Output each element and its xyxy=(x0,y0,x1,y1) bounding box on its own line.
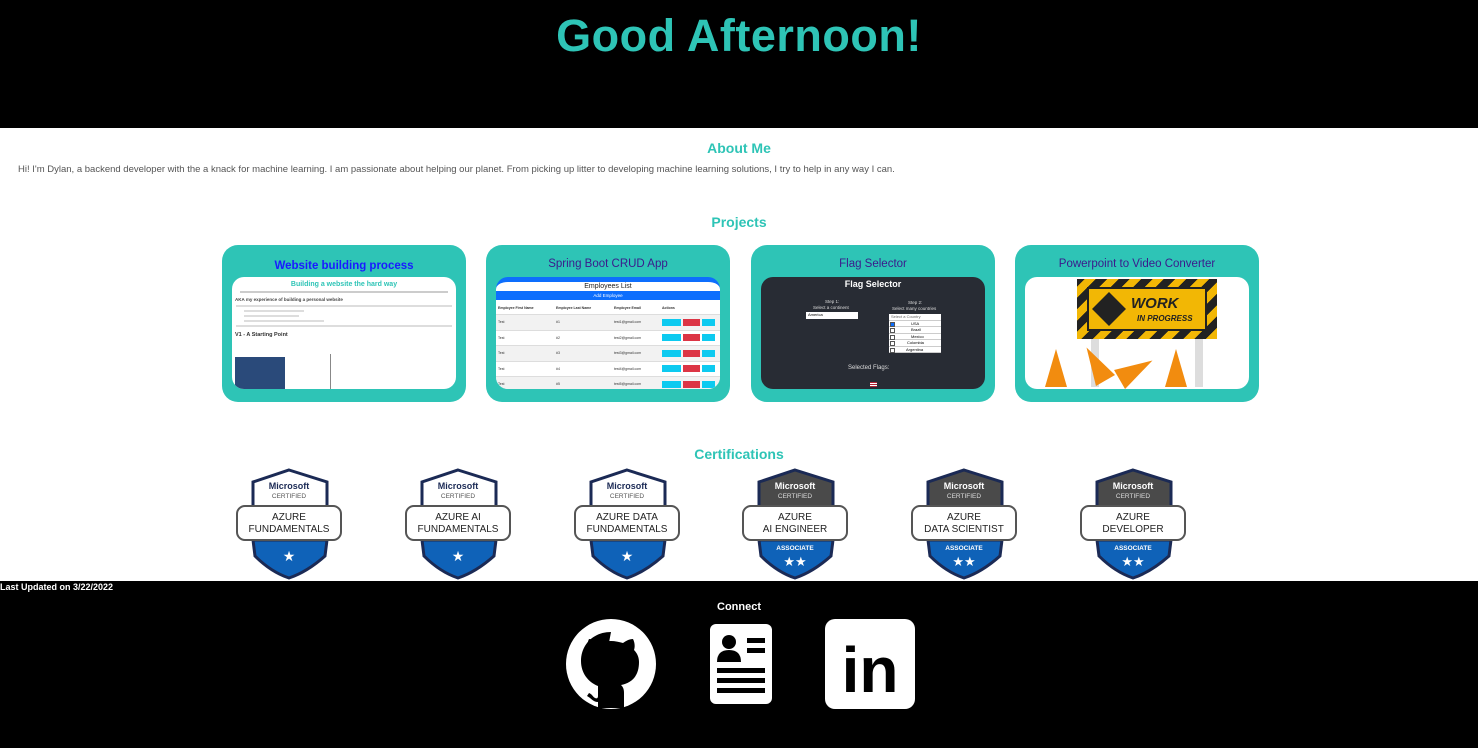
about-text: Hi! I'm Dylan, a backend developer with … xyxy=(18,164,895,175)
azure-data-scientist-badge[interactable]: Microsoft CERTIFIED AZURE DATA SCIENTIST… xyxy=(910,468,1018,580)
project-card-flag-selector[interactable]: Flag Selector Flag Selector Step 1: Sele… xyxy=(751,245,995,402)
preview-section: V1 - A Starting Point xyxy=(235,332,288,338)
svg-text:FUNDAMENTALS: FUNDAMENTALS xyxy=(587,524,668,535)
azure-ai-engineer-badge[interactable]: Microsoft CERTIFIED AZURE AI ENGINEER AS… xyxy=(741,468,849,580)
project-card-crud[interactable]: Spring Boot CRUD App Employees List Add … xyxy=(486,245,730,402)
last-updated-text: Last Updated on 3/22/2022 xyxy=(0,582,114,592)
main-content: About Me Hi! I'm Dylan, a backend develo… xyxy=(0,128,1478,581)
azure-fundamentals-badge[interactable]: Microsoft CERTIFIED AZURE FUNDAMENTALS ★ xyxy=(235,468,343,580)
work-in-progress-sign: WORK IN PROGRESS xyxy=(1077,279,1217,339)
svg-text:FUNDAMENTALS: FUNDAMENTALS xyxy=(418,524,499,535)
projects-title: Projects xyxy=(711,214,767,230)
svg-text:CERTIFIED: CERTIFIED xyxy=(947,493,981,500)
traffic-cone-icon xyxy=(1045,349,1067,387)
country-option: Argentina xyxy=(889,347,941,353)
svg-text:Microsoft: Microsoft xyxy=(1113,481,1154,491)
project-title[interactable]: Powerpoint to Video Converter xyxy=(1015,258,1259,270)
continent-input: America xyxy=(806,312,858,319)
svg-text:ASSOCIATE: ASSOCIATE xyxy=(776,545,814,552)
azure-ai-fundamentals-badge[interactable]: Microsoft CERTIFIED AZURE AI FUNDAMENTAL… xyxy=(404,468,512,580)
svg-text:Microsoft: Microsoft xyxy=(607,481,648,491)
svg-text:CERTIFIED: CERTIFIED xyxy=(610,493,644,500)
preview-subheading: AKA my experience of building a personal… xyxy=(235,297,343,302)
svg-text:Microsoft: Microsoft xyxy=(269,481,310,491)
svg-text:AZURE: AZURE xyxy=(778,512,812,523)
project-title[interactable]: Spring Boot CRUD App xyxy=(486,258,730,270)
country-list: Select a Country USA Brazil Mexico Colom… xyxy=(889,314,941,353)
about-title: About Me xyxy=(707,140,771,156)
traffic-cone-icon xyxy=(1076,342,1116,386)
svg-text:ASSOCIATE: ASSOCIATE xyxy=(1114,545,1152,552)
svg-text:FUNDAMENTALS: FUNDAMENTALS xyxy=(249,524,330,535)
table-row: Test #4 test4@gmail.com xyxy=(496,362,720,377)
project-preview-image[interactable]: Flag Selector Step 1: Select a continent… xyxy=(761,277,985,389)
svg-text:in: in xyxy=(842,634,899,706)
linkedin-icon[interactable]: in xyxy=(824,618,916,710)
svg-text:DATA SCIENTIST: DATA SCIENTIST xyxy=(924,524,1004,535)
star-icon: ★★ xyxy=(952,555,975,570)
table-row: Test #2 test2@gmail.com xyxy=(496,331,720,346)
project-preview-image[interactable]: Building a website the hard way AKA my e… xyxy=(232,277,456,389)
star-icon: ★★ xyxy=(1121,555,1144,570)
header: Good Afternoon! xyxy=(0,0,1478,128)
github-icon[interactable] xyxy=(565,618,657,710)
table-row: Test #5 test5@gmail.com xyxy=(496,377,720,389)
project-preview-image[interactable]: WORK IN PROGRESS xyxy=(1025,277,1249,389)
worker-icon xyxy=(1092,292,1126,326)
table-row: Test #1 test1@gmail.com xyxy=(496,315,720,331)
svg-text:Microsoft: Microsoft xyxy=(775,481,816,491)
connect-title: Connect xyxy=(717,601,761,613)
usa-flag-icon xyxy=(870,382,877,387)
star-icon: ★ xyxy=(452,549,465,565)
preview-heading: Building a website the hard way xyxy=(290,281,398,288)
svg-text:CERTIFIED: CERTIFIED xyxy=(441,493,475,500)
star-icon: ★ xyxy=(283,549,296,565)
star-icon: ★★ xyxy=(783,555,806,570)
preview-heading: Employees List xyxy=(584,283,632,290)
table-header: Employee First Name Employee Last Name E… xyxy=(496,302,720,315)
project-card-website[interactable]: Website building process Building a webs… xyxy=(222,245,466,402)
preview-heading: Flag Selector xyxy=(844,279,902,289)
resume-icon[interactable] xyxy=(709,618,773,706)
svg-text:DEVELOPER: DEVELOPER xyxy=(1102,524,1163,535)
project-title[interactable]: Website building process xyxy=(222,260,466,272)
svg-text:CERTIFIED: CERTIFIED xyxy=(1116,493,1150,500)
azure-developer-badge[interactable]: Microsoft CERTIFIED AZURE DEVELOPER ASSO… xyxy=(1079,468,1187,580)
svg-text:AZURE DATA: AZURE DATA xyxy=(596,512,658,523)
table-row: Test #3 test3@gmail.com xyxy=(496,346,720,362)
project-title[interactable]: Flag Selector xyxy=(751,258,995,270)
svg-text:Microsoft: Microsoft xyxy=(944,481,985,491)
traffic-cone-icon xyxy=(1114,350,1158,389)
svg-text:AZURE: AZURE xyxy=(947,512,981,523)
svg-text:CERTIFIED: CERTIFIED xyxy=(272,493,306,500)
azure-data-fundamentals-badge[interactable]: Microsoft CERTIFIED AZURE DATA FUNDAMENT… xyxy=(573,468,681,580)
add-employee-button: Add Employee xyxy=(496,291,720,300)
star-icon: ★ xyxy=(621,549,634,565)
photo-thumbnail xyxy=(235,357,285,389)
svg-text:AZURE: AZURE xyxy=(272,512,306,523)
project-card-ppt-converter[interactable]: Powerpoint to Video Converter WORK IN PR… xyxy=(1015,245,1259,402)
svg-text:AZURE: AZURE xyxy=(1116,512,1150,523)
traffic-cone-icon xyxy=(1165,349,1187,387)
svg-text:ASSOCIATE: ASSOCIATE xyxy=(945,545,983,552)
project-preview-image[interactable]: Employees List Add Employee Employee Fir… xyxy=(496,277,720,389)
svg-text:AI ENGINEER: AI ENGINEER xyxy=(763,524,827,535)
svg-text:CERTIFIED: CERTIFIED xyxy=(778,493,812,500)
certifications-title: Certifications xyxy=(694,446,784,462)
svg-text:AZURE AI: AZURE AI xyxy=(435,512,481,523)
svg-text:Microsoft: Microsoft xyxy=(438,481,479,491)
greeting-title: Good Afternoon! xyxy=(556,10,922,61)
